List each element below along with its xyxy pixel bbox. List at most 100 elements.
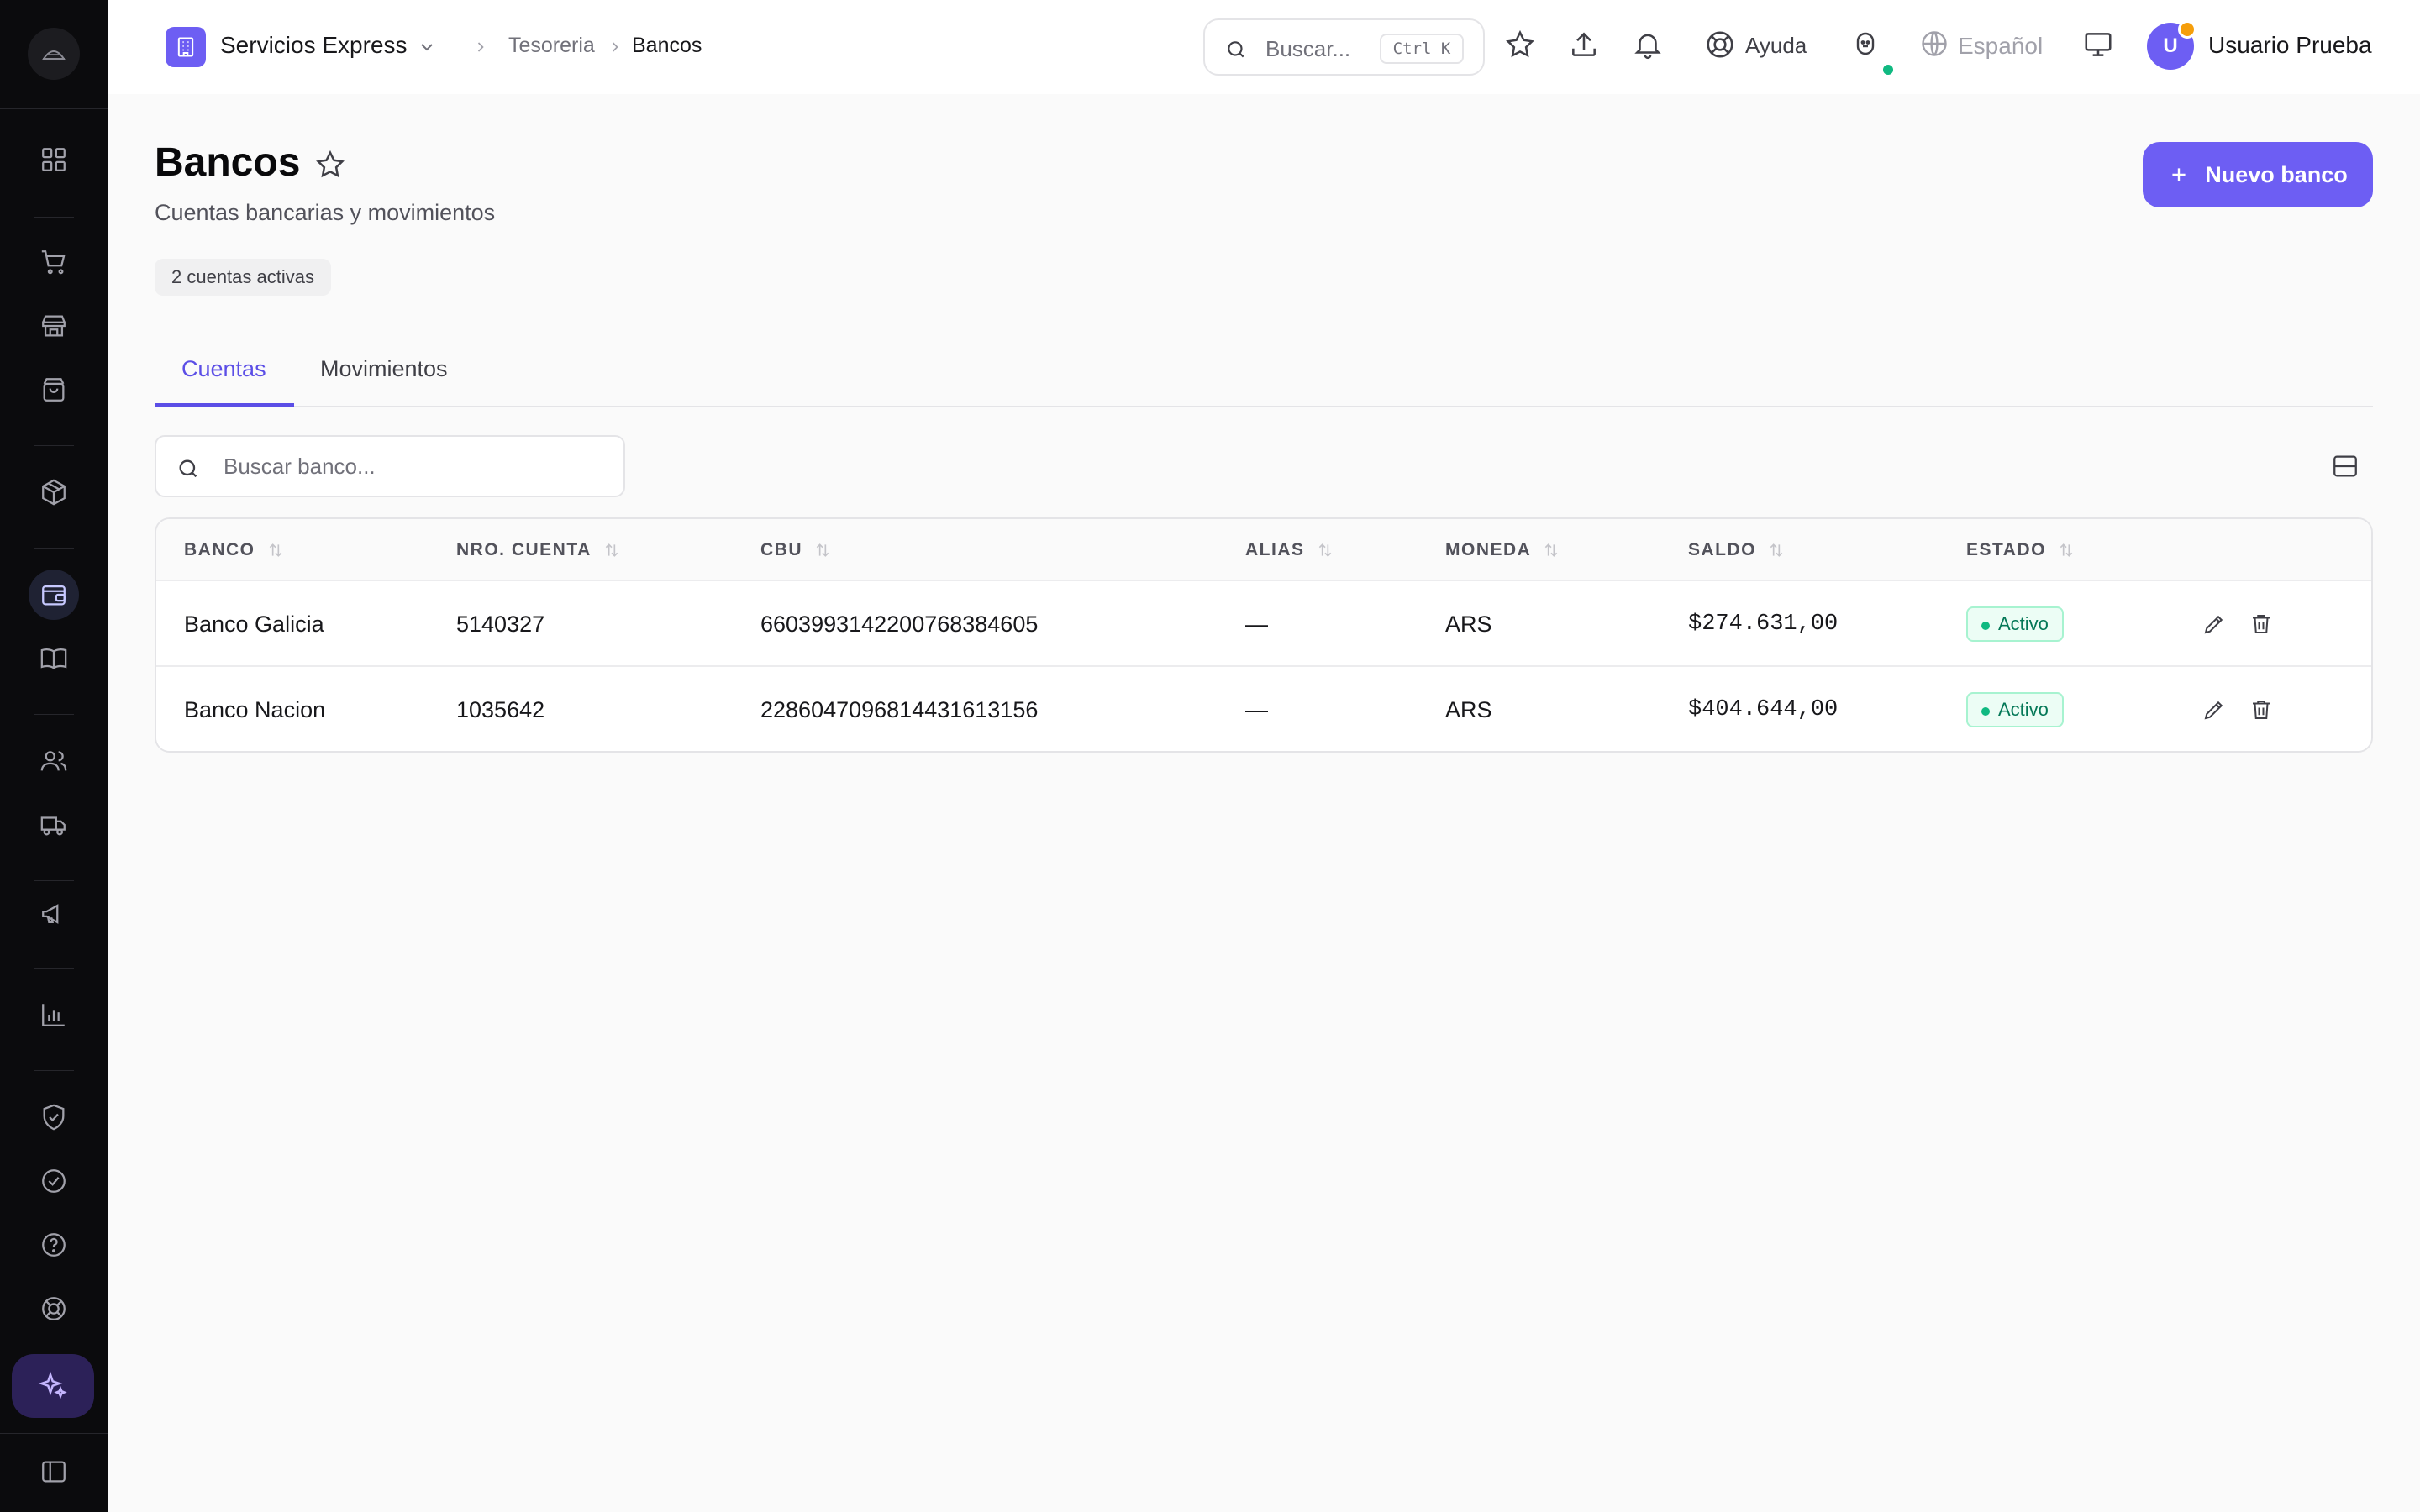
- column-label: MONEDA: [1445, 540, 1532, 559]
- column-header-cbu[interactable]: CBU: [760, 540, 831, 560]
- sidebar-item-logistics[interactable]: [29, 800, 79, 850]
- sidebar-item-tasks[interactable]: [29, 1156, 79, 1206]
- chevron-right-icon: [477, 42, 484, 52]
- page-title: Bancos: [155, 140, 301, 185]
- edit-icon[interactable]: [2202, 612, 2227, 637]
- cell-saldo: $274.631,00: [1688, 612, 1839, 637]
- users-icon: [40, 751, 67, 771]
- column-header-saldo[interactable]: SALDO: [1688, 540, 1785, 560]
- store-icon: [42, 315, 66, 337]
- truck-icon: [40, 816, 66, 836]
- org-badge[interactable]: [166, 27, 206, 67]
- sidebar-item-help[interactable]: [29, 1220, 79, 1270]
- sidebar-toggle-icon: [42, 1461, 66, 1483]
- org-name[interactable]: Servicios Express: [220, 32, 408, 59]
- bell-icon[interactable]: [1632, 29, 1664, 60]
- notification-dot: [2178, 20, 2196, 39]
- column-header-moneda[interactable]: MONEDA: [1445, 540, 1560, 560]
- sidebar-divider: [34, 968, 74, 969]
- active-tab-indicator: [155, 403, 294, 407]
- column-header-alias[interactable]: ALIAS: [1245, 540, 1334, 560]
- cell-nro-cuenta: 1035642: [456, 697, 545, 722]
- sidebar-divider: [0, 1433, 108, 1434]
- dashboard-icon: [42, 148, 66, 171]
- global-search[interactable]: Buscar... Ctrl K: [1203, 18, 1485, 76]
- search-icon: [1228, 41, 1244, 58]
- search-shortcut: Ctrl K: [1380, 34, 1464, 64]
- breadcrumb-current: Bancos: [632, 34, 702, 57]
- chevron-down-icon[interactable]: [417, 37, 437, 57]
- layout-toggle-icon[interactable]: [2331, 452, 2360, 480]
- sort-icon: [2060, 543, 2073, 557]
- column-header-nro-cuenta[interactable]: NRO. CUENTA: [456, 540, 620, 560]
- sidebar-item-security[interactable]: [29, 1092, 79, 1142]
- trash-icon[interactable]: [2249, 697, 2274, 722]
- sidebar-collapse-toggle[interactable]: [29, 1446, 79, 1497]
- sidebar-item-customers[interactable]: [29, 736, 79, 786]
- sidebar-item-inventory[interactable]: [29, 467, 79, 517]
- language-selector[interactable]: Español: [1958, 33, 2043, 60]
- app-logo[interactable]: [28, 28, 80, 80]
- column-header-estado[interactable]: ESTADO: [1966, 540, 2075, 560]
- globe-icon[interactable]: [1919, 29, 1949, 59]
- cell-moneda: ARS: [1445, 612, 1492, 637]
- bot-icon[interactable]: [1850, 29, 1881, 59]
- status-badge: Activo: [1966, 606, 2064, 642]
- column-label: NRO. CUENTA: [456, 540, 592, 559]
- check-circle-icon: [42, 1169, 66, 1193]
- cart-icon: [41, 250, 66, 275]
- cell-saldo: $404.644,00: [1688, 697, 1839, 722]
- megaphone-icon: [42, 904, 59, 924]
- trash-icon[interactable]: [2249, 612, 2274, 637]
- banks-table: BANCO NRO. CUENTA CBU ALIAS MONEDA SALDO…: [155, 517, 2373, 753]
- breadcrumb-parent[interactable]: Tesoreria: [508, 34, 595, 58]
- column-label: SALDO: [1688, 540, 1756, 559]
- help-circle-icon: [42, 1233, 66, 1257]
- cell-moneda: ARS: [1445, 697, 1492, 722]
- bank-search-input[interactable]: [224, 450, 593, 482]
- tabs-divider: [155, 406, 2373, 407]
- sparkles-icon: [38, 1371, 67, 1399]
- bank-search: [155, 435, 625, 497]
- upload-icon[interactable]: [1568, 29, 1600, 60]
- column-label: ESTADO: [1966, 540, 2046, 559]
- sidebar-item-sales[interactable]: [29, 237, 79, 287]
- active-accounts-badge: 2 cuentas activas: [155, 259, 331, 296]
- sidebar-item-reports[interactable]: [29, 990, 79, 1040]
- column-label: CBU: [760, 540, 802, 559]
- sidebar-item-marketing[interactable]: [29, 889, 79, 939]
- monitor-icon[interactable]: [2082, 29, 2114, 60]
- top-bar: Servicios Express Tesoreria Bancos Busca…: [108, 0, 2420, 94]
- sidebar-item-purchases[interactable]: [29, 365, 79, 415]
- column-header-banco[interactable]: BANCO: [184, 540, 284, 560]
- sidebar-item-accounting[interactable]: [29, 633, 79, 684]
- logo-icon: [42, 50, 66, 60]
- sidebar-item-treasury[interactable]: [29, 570, 79, 620]
- favorite-star-icon[interactable]: [314, 149, 346, 181]
- sidebar-item-store[interactable]: [29, 301, 79, 351]
- ai-assistant-button[interactable]: [12, 1354, 94, 1418]
- sidebar-divider: [34, 714, 74, 715]
- table-row[interactable]: Banco Nacion 1035642 2286047096814431613…: [156, 667, 2371, 751]
- sort-icon: [1545, 543, 1558, 557]
- chevron-right-icon: [612, 42, 618, 52]
- sidebar-item-support[interactable]: [29, 1284, 79, 1334]
- star-icon[interactable]: [1504, 29, 1536, 60]
- sidebar-divider: [34, 548, 74, 549]
- lifebuoy-icon[interactable]: [1704, 29, 1736, 60]
- help-label[interactable]: Ayuda: [1745, 33, 1807, 59]
- book-icon: [40, 648, 67, 669]
- lifebuoy-icon: [42, 1297, 66, 1320]
- tab-movimientos[interactable]: Movimientos: [320, 356, 448, 382]
- table-header: BANCO NRO. CUENTA CBU ALIAS MONEDA SALDO…: [156, 519, 2371, 581]
- cell-nro-cuenta: 5140327: [456, 612, 545, 637]
- new-bank-button[interactable]: Nuevo banco: [2143, 142, 2373, 207]
- cell-banco: Banco Nacion: [184, 697, 326, 722]
- table-row[interactable]: Banco Galicia 5140327 660399314220076838…: [156, 581, 2371, 667]
- edit-icon[interactable]: [2202, 697, 2227, 722]
- sidebar-divider: [34, 445, 74, 446]
- sort-icon: [1318, 543, 1331, 557]
- sidebar-item-dashboard[interactable]: [29, 134, 79, 185]
- user-name[interactable]: Usuario Prueba: [2208, 32, 2372, 59]
- tab-cuentas[interactable]: Cuentas: [182, 356, 266, 382]
